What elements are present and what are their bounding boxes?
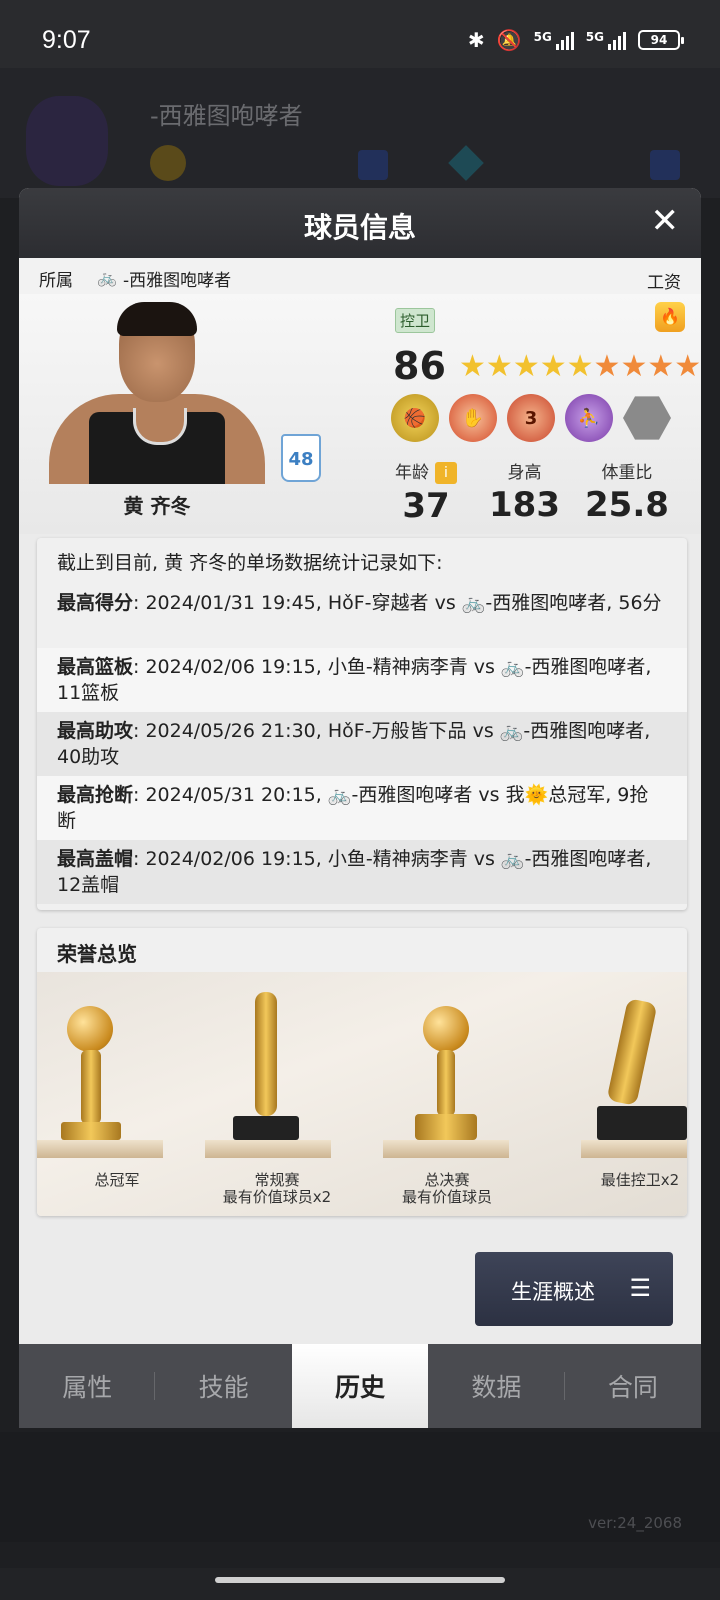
coin-icon [150, 145, 186, 181]
orange-star-icon: ★ [620, 349, 648, 384]
tab-data[interactable]: 数据 [428, 1344, 565, 1428]
status-icons: ✱ 🔕 5G 5G 94 [467, 28, 684, 52]
trophy-finals-mvp[interactable]: 总决赛 最有价值球员 [367, 972, 527, 1216]
trophy-label: 最佳控卫x2 [600, 1171, 680, 1189]
overall-rating: 86 [393, 344, 446, 388]
fire-icon[interactable]: 🔥 [655, 302, 685, 332]
star-rating: ★★★★★★★★★★ [459, 350, 701, 384]
career-summary-button[interactable]: 生涯概述 ☰ [475, 1252, 673, 1326]
locked-badge-icon[interactable] [623, 396, 671, 440]
trophy-champion[interactable]: 总冠军 [37, 972, 197, 1216]
record-row: 最高篮板: 2024/02/06 19:15, 小鱼-精神病李青 vs 🚲-西雅… [37, 648, 687, 712]
trophy-label: 总冠军 [94, 1171, 140, 1189]
signal-icon: 5G [534, 30, 574, 50]
three-point-badge-icon[interactable]: 3 [507, 394, 555, 442]
trophy-best-pg[interactable]: 最佳控卫x2 [557, 972, 687, 1216]
home-indicator[interactable] [215, 1577, 505, 1583]
record-row: 最高抢断: 2024/05/31 20:15, 🚲-西雅图咆哮者 vs 我🌞总冠… [37, 776, 687, 840]
trophy-label: 常规赛 最有价值球员x2 [222, 1171, 332, 1206]
orange-star-icon: ★ [593, 349, 621, 384]
dialog-title: 球员信息 [303, 211, 416, 244]
team-logo [26, 96, 108, 186]
gold-star-icon: ★ [459, 349, 486, 384]
records-intro: 截止到目前, 黄 齐冬的单场数据统计记录如下: [57, 552, 443, 574]
tab-contract[interactable]: 合同 [565, 1344, 701, 1428]
team-label: 所属 [39, 271, 73, 291]
salary-label[interactable]: 工资 [647, 268, 681, 293]
gold-star-icon: ★ [566, 349, 594, 384]
jersey-number-icon: 48 [281, 434, 321, 482]
tab-attributes[interactable]: 属性 [19, 1344, 156, 1428]
skill-badge-icon[interactable]: ⛹ [565, 394, 613, 442]
team-bar: 所属 🚲 -西雅图咆哮者 工资 [19, 258, 701, 294]
bluetooth-icon: ✱ [467, 28, 485, 52]
mute-bell-icon: 🔕 [496, 28, 522, 52]
honors-panel: 荣誉总览 总冠军 常规赛 最有价值球员x2 总决赛 最有价值球员 最佳控卫x2 [37, 928, 687, 1216]
player-info-dialog: 球员信息 ✕ 所属 🚲 -西雅图咆哮者 工资 黄 齐冬 48 控卫 🔥 86 ★… [19, 188, 701, 1428]
record-row: 最高助攻: 2024/05/26 21:30, HǒF-万般皆下品 vs 🚲-西… [37, 712, 687, 776]
trophy-shelf: 总冠军 常规赛 最有价值球员x2 总决赛 最有价值球员 最佳控卫x2 [37, 972, 687, 1216]
record-row: 最高得分: 2024/01/31 19:45, HǒF-穿越者 vs 🚲-西雅图… [57, 592, 662, 614]
orange-star-icon: ★ [647, 349, 675, 384]
background-team-name: -西雅图咆哮者 [150, 102, 303, 130]
gold-star-icon: ★ [539, 349, 567, 384]
weight-ratio-stat: 体重比 25.8 [585, 463, 669, 525]
position-badge: 控卫 [395, 308, 436, 333]
player-profile: 黄 齐冬 48 控卫 🔥 86 ★★★★★★★★★★ 🏀 ✋ 3 ⛹ 年龄i 3… [19, 294, 701, 534]
skill-badge-icon[interactable]: ✋ [449, 394, 497, 442]
trophy-regular-mvp[interactable]: 常规赛 最有价值球员x2 [197, 972, 357, 1216]
gold-star-icon: ★ [512, 349, 540, 384]
height-stat: 身高 183 [489, 463, 560, 525]
honors-title: 荣誉总览 [57, 942, 137, 966]
tab-bar: 属性 技能 历史 数据 合同 [19, 1344, 701, 1428]
team-name: -西雅图咆哮者 [123, 271, 232, 291]
dialog-header: 球员信息 ✕ [19, 188, 701, 258]
add-coin-icon [358, 150, 388, 180]
age-stat: 年龄 i 37 [395, 458, 457, 526]
menu-icon: ☰ [629, 1274, 651, 1302]
skill-badge-icon[interactable]: 🏀 [391, 394, 439, 442]
info-icon[interactable]: i [435, 462, 457, 484]
signal-icon-2: 5G [586, 30, 626, 50]
tab-skills[interactable]: 技能 [155, 1344, 291, 1428]
skill-badges: 🏀 ✋ 3 ⛹ [391, 394, 671, 442]
version-label: ver:24_2068 [588, 1514, 682, 1532]
player-name: 黄 齐冬 [123, 494, 191, 518]
trophy-label: 总决赛 最有价值球员 [401, 1171, 492, 1206]
player-portrait [49, 302, 265, 484]
battery-icon: 94 [638, 30, 684, 50]
status-time: 9:07 [42, 26, 91, 54]
tab-history[interactable]: 历史 [291, 1344, 429, 1428]
gold-star-icon: ★ [485, 349, 513, 384]
bicycle-icon: 🚲 [97, 268, 117, 287]
record-row: 最高盖帽: 2024/02/06 19:15, 小鱼-精神病李青 vs 🚲-西雅… [37, 840, 687, 904]
orange-star-icon: ★ [674, 349, 701, 384]
close-icon[interactable]: ✕ [651, 202, 680, 240]
add-gem-icon [650, 150, 680, 180]
status-bar: 9:07 ✱ 🔕 5G 5G 94 [0, 0, 720, 68]
records-panel: 截止到目前, 黄 齐冬的单场数据统计记录如下: 最高得分: 2024/01/31… [37, 538, 687, 910]
